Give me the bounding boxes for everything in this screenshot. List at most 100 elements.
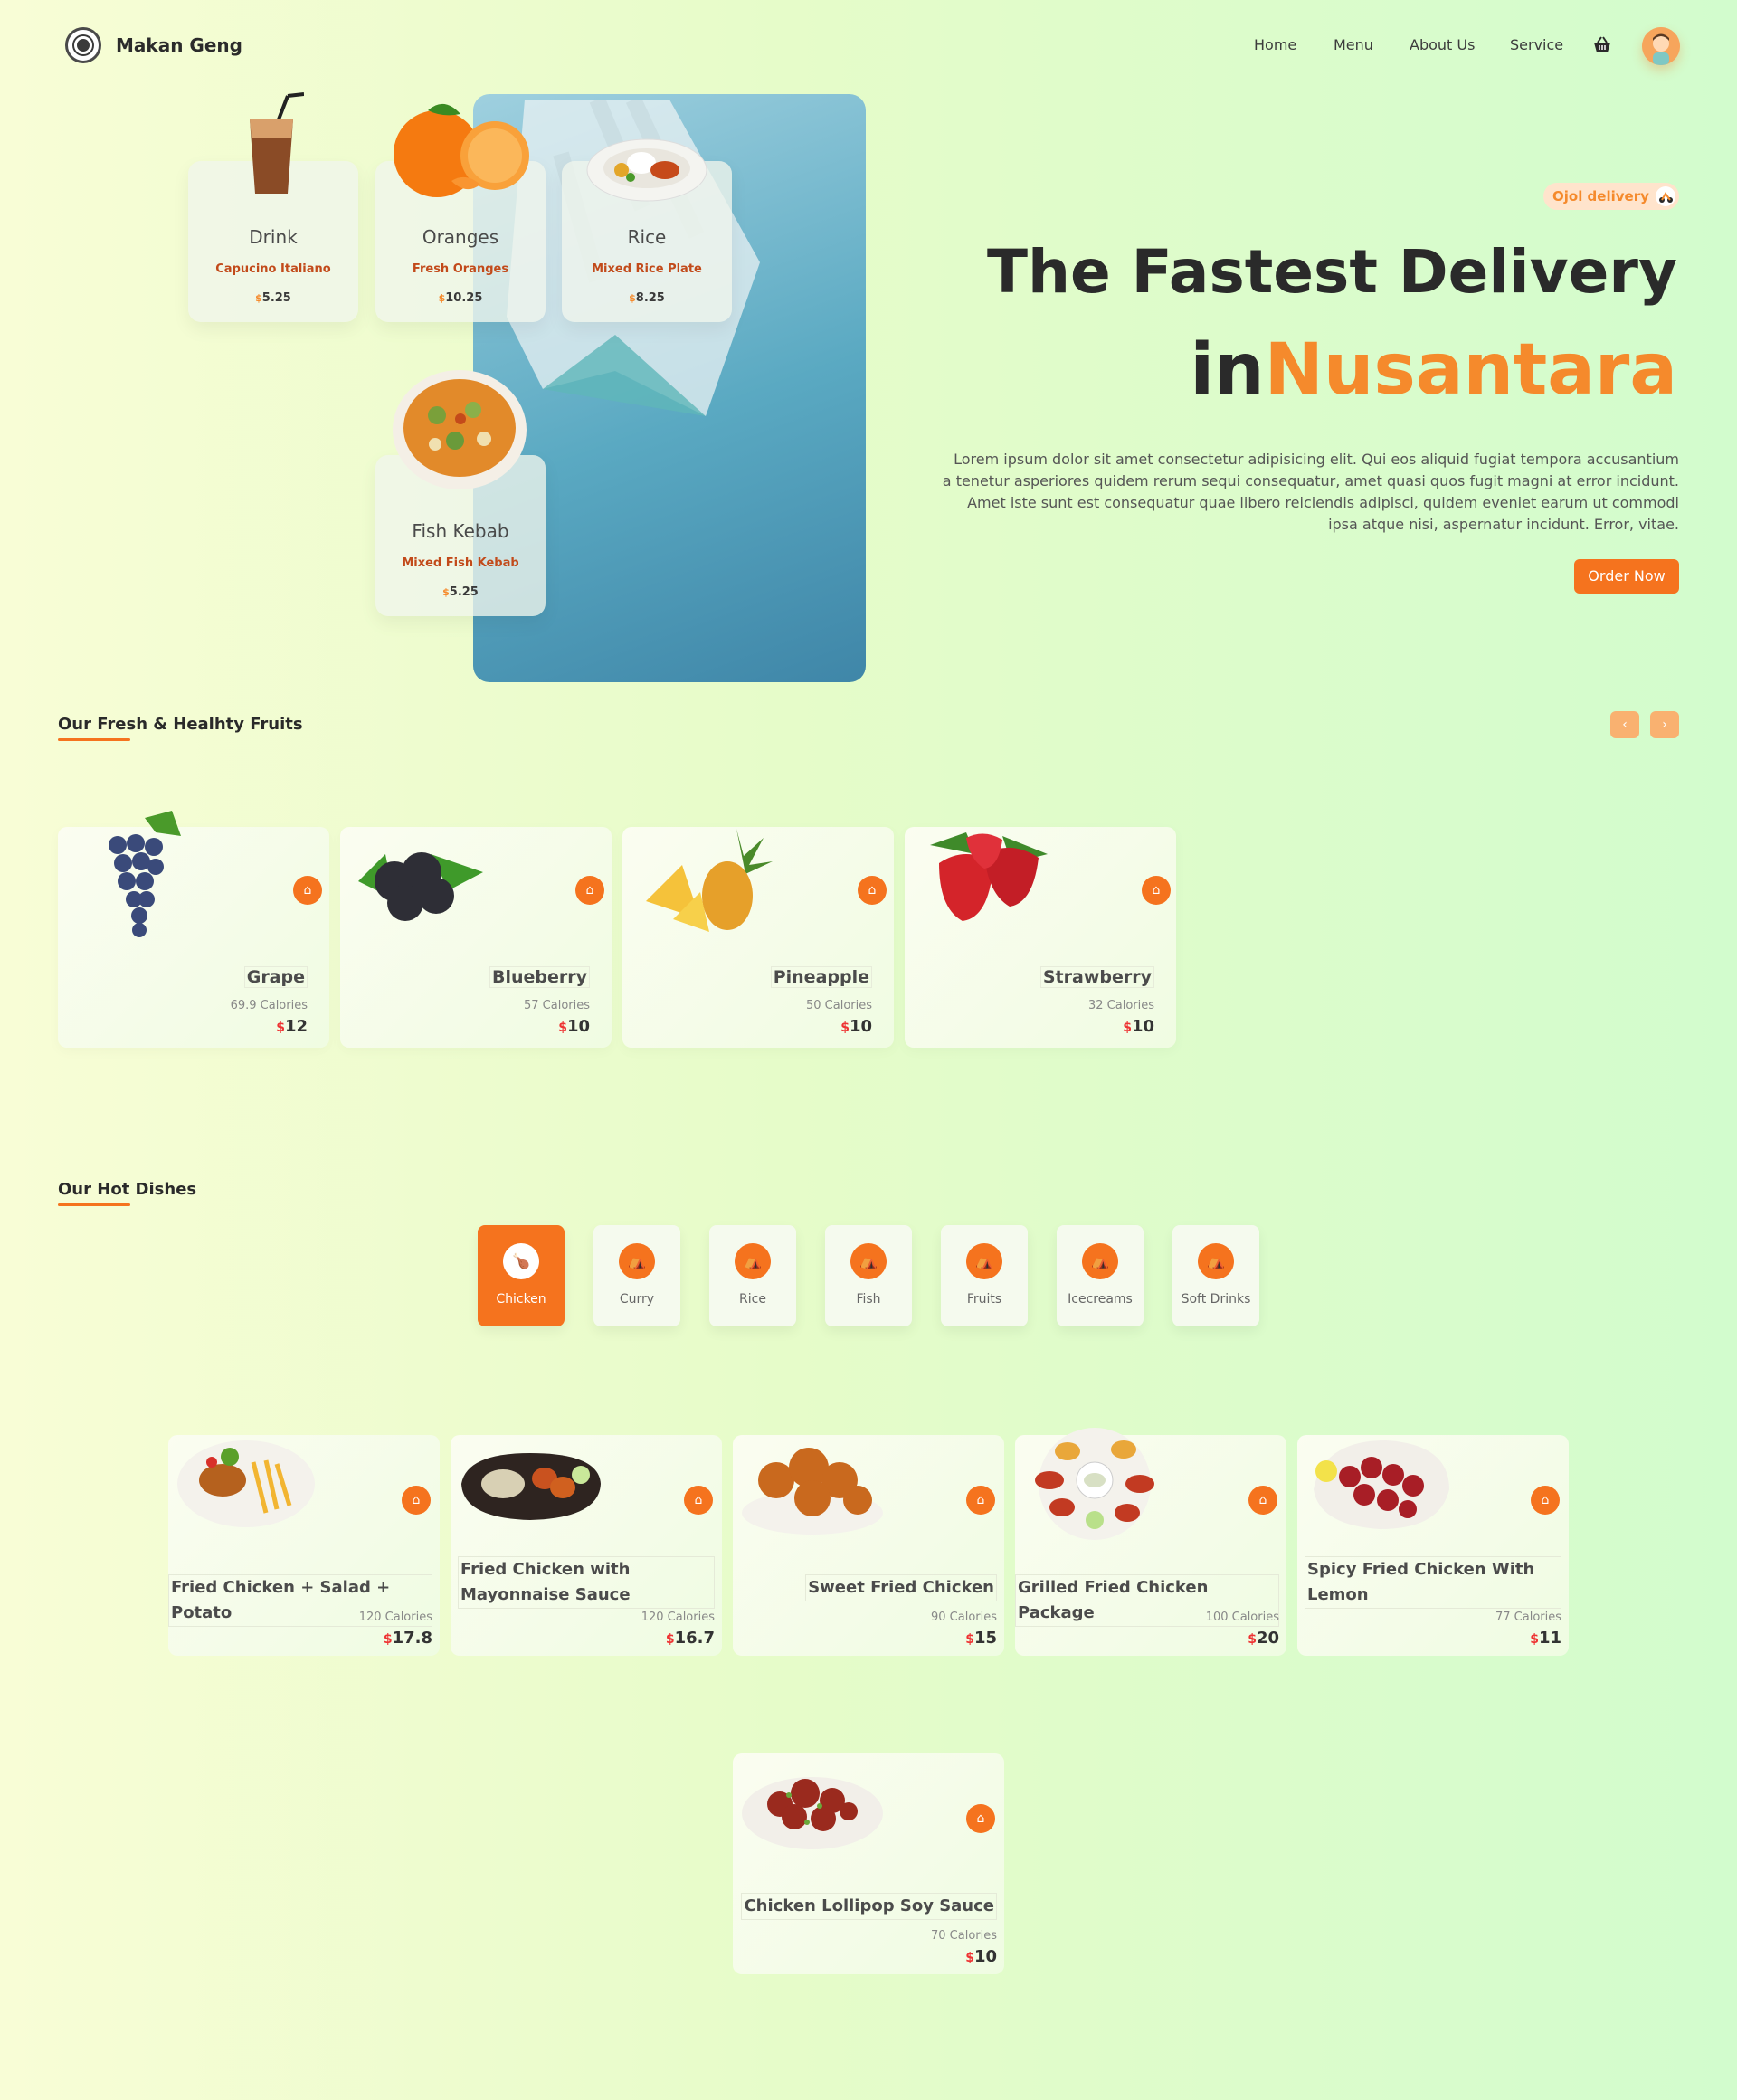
oranges-image <box>394 103 529 197</box>
add-to-cart-button[interactable]: ⌂ <box>966 1486 995 1515</box>
order-now-button[interactable]: Order Now <box>1574 559 1679 594</box>
add-to-cart-button[interactable]: ⌂ <box>575 876 604 905</box>
dish-calories: 100 Calories <box>1205 1611 1279 1624</box>
add-to-cart-button[interactable]: ⌂ <box>858 876 887 905</box>
category-fruits[interactable]: ⛺ Fruits <box>941 1225 1028 1326</box>
hero-card-title: Rice <box>627 226 667 248</box>
category-chicken[interactable]: 🍗 Chicken <box>478 1225 565 1326</box>
brand-name[interactable]: Makan Geng <box>116 34 242 56</box>
fruit-card-pineapple[interactable]: ⌂ Pineapple 50 Calories $10 <box>622 827 894 1048</box>
add-to-cart-button[interactable]: ⌂ <box>1531 1486 1560 1515</box>
hero-card-price: $10.25 <box>438 291 483 305</box>
fruit-name: Pineapple <box>770 966 872 988</box>
dish-calories: 77 Calories <box>1495 1611 1561 1624</box>
category-fish[interactable]: ⛺ Fish <box>825 1225 912 1326</box>
brand-logo[interactable] <box>65 27 101 63</box>
chicken-icon: 🍗 <box>503 1243 539 1279</box>
fruit-name: Strawberry <box>1039 966 1154 988</box>
dish-image <box>461 1453 601 1520</box>
hero-description: Lorem ipsum dolor sit amet consectetur a… <box>942 451 1679 533</box>
category-soft-drinks[interactable]: ⛺ Soft Drinks <box>1172 1225 1259 1326</box>
basket-icon[interactable] <box>1592 36 1612 54</box>
fruit-price: $10 <box>840 1017 872 1036</box>
nav-service[interactable]: Service <box>1510 36 1563 53</box>
add-to-cart-button[interactable]: ⌂ <box>402 1486 431 1515</box>
hero-card-rice[interactable]: Rice Mixed Rice Plate $8.25 <box>562 138 732 322</box>
fruit-calories: 69.9 Calories <box>230 999 308 1012</box>
fruit-price: $10 <box>1123 1017 1154 1036</box>
dish-image <box>1314 1440 1449 1529</box>
delivery-badge: Ojol delivery <box>1543 183 1679 210</box>
category-curry[interactable]: ⛺ Curry <box>593 1225 680 1326</box>
fruit-calories: 32 Calories <box>1087 999 1154 1012</box>
dish-image <box>742 1777 883 1849</box>
dish-calories: 70 Calories <box>930 1929 997 1943</box>
fruit-price: $10 <box>558 1017 590 1036</box>
dish-image <box>742 1448 883 1535</box>
fruits-next-button[interactable]: › <box>1650 711 1679 738</box>
rice-icon: ⛺ <box>735 1243 771 1279</box>
category-icecreams[interactable]: ⛺ Icecreams <box>1057 1225 1144 1326</box>
add-to-cart-button[interactable]: ⌂ <box>1142 876 1171 905</box>
hero-card-subtitle: Mixed Fish Kebab <box>402 556 519 570</box>
hero-card-drink[interactable]: Drink Capucino Italiano $5.25 <box>188 92 358 322</box>
add-to-cart-button[interactable]: ⌂ <box>684 1486 713 1515</box>
nav-menu[interactable]: Menu <box>1334 36 1373 53</box>
dish-calories: 90 Calories <box>930 1611 997 1624</box>
curry-icon: ⛺ <box>619 1243 655 1279</box>
dish-price: $16.7 <box>665 1629 715 1648</box>
fruit-calories: 50 Calories <box>805 999 872 1012</box>
hero-card-price: $5.25 <box>442 585 479 599</box>
dish-name: Chicken Lollipop Soy Sauce <box>741 1893 997 1920</box>
fish-icon: ⛺ <box>850 1243 887 1279</box>
dish-calories: 120 Calories <box>641 1611 715 1624</box>
hero-headline-location: inNusantara <box>1190 329 1677 411</box>
soft-drink-icon: ⛺ <box>1198 1243 1234 1279</box>
title-underline <box>58 1203 130 1206</box>
fruit-card-grape[interactable]: ⌂ Grape 69.9 Calories $12 <box>58 811 329 1048</box>
fruits-prev-button[interactable]: ‹ <box>1610 711 1639 738</box>
dish-card[interactable]: ⌂ Chicken Lollipop Soy Sauce 70 Calories… <box>733 1753 1004 1974</box>
dish-price: $10 <box>965 1947 997 1966</box>
dish-price: $17.8 <box>383 1629 432 1648</box>
rice-plate-image <box>586 138 707 202</box>
nav-about-us[interactable]: About Us <box>1410 36 1475 53</box>
hero-card-fish-kebab[interactable]: Fish Kebab Mixed Fish Kebab $5.25 <box>375 370 546 616</box>
hero-card-subtitle: Capucino Italiano <box>215 262 331 276</box>
dish-name: Sweet Fried Chicken <box>805 1574 997 1601</box>
fruit-price: $12 <box>276 1017 308 1036</box>
hero-card-oranges[interactable]: Oranges Fresh Oranges $10.25 <box>375 103 546 322</box>
fruit-card-blueberry[interactable]: ⌂ Blueberry 57 Calories $10 <box>340 827 612 1048</box>
icecream-icon: ⛺ <box>1082 1243 1118 1279</box>
add-to-cart-button[interactable]: ⌂ <box>293 876 322 905</box>
dish-image <box>177 1440 315 1527</box>
hero-card-subtitle: Fresh Oranges <box>412 262 509 276</box>
drink-image <box>250 92 304 194</box>
dish-image <box>1035 1428 1154 1540</box>
add-to-cart-button[interactable]: ⌂ <box>966 1804 995 1833</box>
dish-card[interactable]: ⌂ Spicy Fried Chicken With Lemon 77 Calo… <box>1297 1435 1569 1656</box>
fruit-name: Grape <box>243 966 308 988</box>
blueberry-image <box>358 852 483 921</box>
fruit-name: Blueberry <box>489 966 590 988</box>
dish-calories: 120 Calories <box>358 1611 432 1624</box>
hero-headline: The Fastest Delivery <box>986 237 1677 307</box>
grape-image <box>109 811 181 937</box>
dish-card[interactable]: ⌂ Sweet Fried Chicken 90 Calories $15 <box>733 1435 1004 1656</box>
fruit-calories: 57 Calories <box>523 999 590 1012</box>
strawberry-image <box>930 832 1048 921</box>
dish-price: $15 <box>965 1629 997 1648</box>
fruit-card-strawberry[interactable]: ⌂ Strawberry 32 Calories $10 <box>905 827 1176 1048</box>
fruits-icon: ⛺ <box>966 1243 1002 1279</box>
hero-card-price: $8.25 <box>629 291 665 305</box>
dishes-section-title: Our Hot Dishes <box>58 1180 197 1199</box>
user-avatar[interactable] <box>1642 27 1680 65</box>
hero-card-price: $5.25 <box>255 291 291 305</box>
add-to-cart-button[interactable]: ⌂ <box>1248 1486 1277 1515</box>
hero-card-title: Fish Kebab <box>412 520 509 542</box>
dish-card[interactable]: ⌂ Grilled Fried Chicken Package 100 Calo… <box>1015 1428 1286 1656</box>
nav-home[interactable]: Home <box>1254 36 1296 53</box>
dish-card[interactable]: ⌂ Fried Chicken + Salad + Potato 120 Cal… <box>168 1435 440 1656</box>
category-rice[interactable]: ⛺ Rice <box>709 1225 796 1326</box>
dish-card[interactable]: ⌂ Fried Chicken with Mayonnaise Sauce 12… <box>451 1435 722 1656</box>
